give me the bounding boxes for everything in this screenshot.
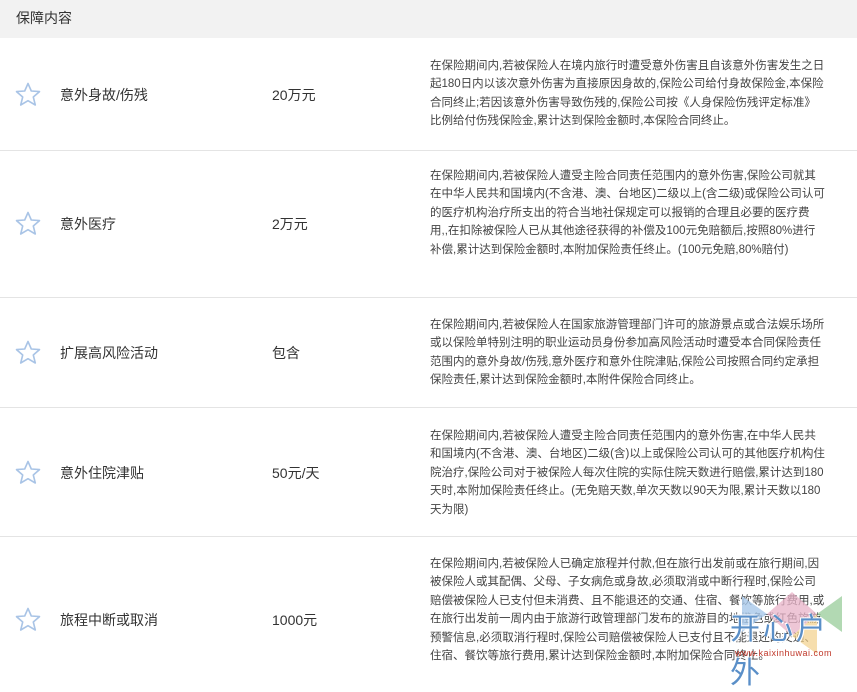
table-row: 意外身故/伤残 20万元 在保险期间内,若被保险人在境内旅行时遭受意外伤害且自该… [0, 38, 857, 151]
coverage-description: 在保险期间内,若被保险人遭受主险合同责任范围内的意外伤害,在中华人民共和国境内(… [430, 430, 825, 516]
coverage-amount: 1000元 [272, 612, 318, 628]
coverage-description: 在保险期间内,若被保险人遭受主险合同责任范围内的意外伤害,保险公司就其在中华人民… [430, 170, 825, 256]
coverage-description: 在保险期间内,若被保险人在国家旅游管理部门许可的旅游景点或合法娱乐场所或以保险单… [430, 319, 825, 387]
coverage-description: 在保险期间内,若被保险人在境内旅行时遭受意外伤害且自该意外伤害发生之日起180日… [430, 60, 825, 128]
star-icon[interactable] [15, 607, 41, 632]
section-header: 保障内容 [0, 0, 857, 38]
coverage-name: 意外医疗 [60, 216, 116, 232]
coverage-name: 意外住院津贴 [60, 465, 144, 481]
coverage-amount: 20万元 [272, 87, 316, 103]
coverage-name: 意外身故/伤残 [60, 87, 148, 103]
star-icon[interactable] [15, 460, 41, 485]
table-row: 扩展高风险活动 包含 在保险期间内,若被保险人在国家旅游管理部门许可的旅游景点或… [0, 298, 857, 408]
coverage-name: 旅程中断或取消 [60, 612, 158, 628]
coverage-amount: 2万元 [272, 216, 308, 232]
star-icon[interactable] [15, 340, 41, 365]
table-row: 意外住院津贴 50元/天 在保险期间内,若被保险人遭受主险合同责任范围内的意外伤… [0, 408, 857, 537]
table-row: 意外医疗 2万元 在保险期间内,若被保险人遭受主险合同责任范围内的意外伤害,保险… [0, 151, 857, 298]
watermark-url: www.kaixinhuwai.com [735, 648, 833, 658]
coverage-amount: 50元/天 [272, 465, 320, 481]
coverage-amount: 包含 [272, 345, 300, 361]
star-icon[interactable] [15, 82, 41, 107]
star-icon[interactable] [15, 211, 41, 236]
section-title: 保障内容 [16, 10, 72, 26]
coverage-name: 扩展高风险活动 [60, 345, 158, 361]
